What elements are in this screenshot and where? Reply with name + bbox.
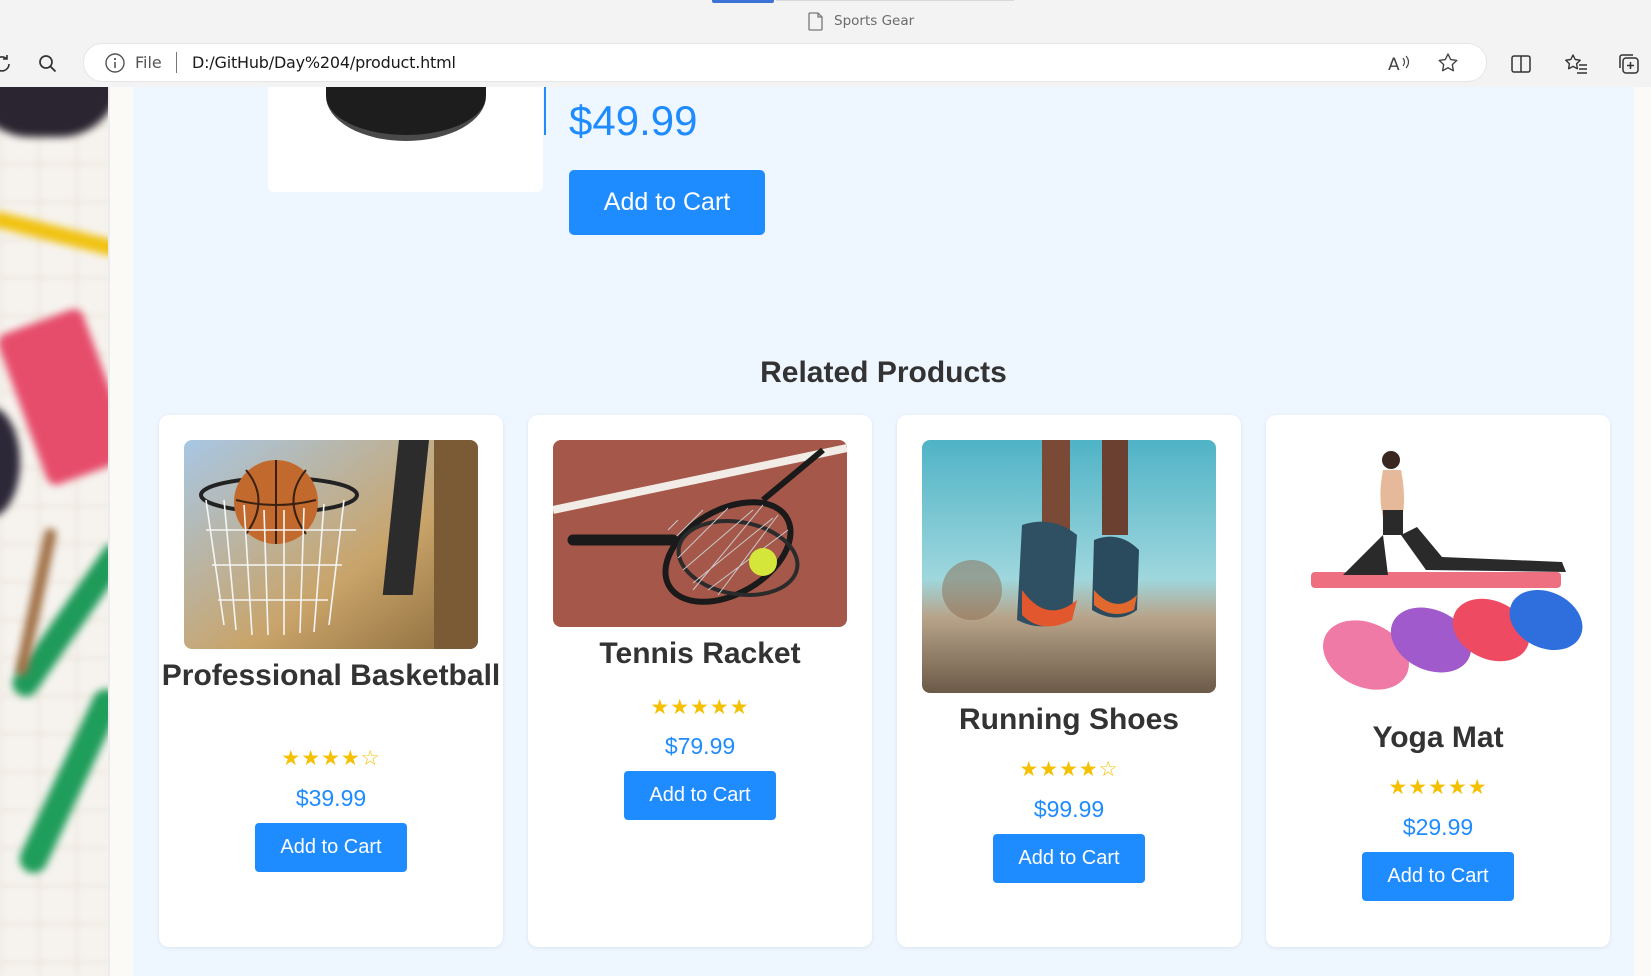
- rating-stars: ★★★★☆: [281, 746, 381, 770]
- favorites-icon[interactable]: [1560, 48, 1592, 80]
- related-products-title: Related Products: [760, 356, 1007, 389]
- add-to-cart-button[interactable]: Add to Cart: [569, 170, 765, 235]
- product-card-yoga-mat: Yoga Mat ★★★★★ $29.99 Add to Cart: [1266, 415, 1610, 947]
- rating-stars: ★★★★★: [1388, 775, 1488, 799]
- product-price: $79.99: [664, 733, 736, 759]
- product-price: $29.99: [1402, 814, 1474, 840]
- product-card-running-shoes: Running Shoes ★★★★☆ $99.99 Add to Cart: [897, 415, 1241, 947]
- info-icon[interactable]: [104, 52, 126, 74]
- product-image: [268, 87, 543, 192]
- product-card-basketball: Professional Basketball ★★★★☆ $39.99 Add…: [159, 415, 503, 947]
- product-info-divider: [544, 87, 546, 135]
- read-aloud-icon[interactable]: A: [1384, 48, 1414, 78]
- related-products-section: Related Products Professional Basketball…: [133, 310, 1634, 976]
- background-edge: [108, 87, 110, 976]
- add-to-cart-button[interactable]: Add to Cart: [255, 823, 407, 872]
- address-separator: [176, 52, 177, 73]
- search-icon[interactable]: [32, 48, 64, 80]
- collections-icon[interactable]: [1613, 48, 1645, 80]
- url-text[interactable]: D:/GitHub/Day%204/product.html: [192, 53, 456, 72]
- running-shoes-image: [922, 440, 1216, 693]
- address-scheme-label: File: [135, 53, 162, 72]
- tab-title: Sports Gear: [834, 13, 915, 29]
- yoga-mat-image: [1291, 440, 1585, 712]
- refresh-icon[interactable]: [0, 48, 18, 80]
- product-name: Yoga Mat: [1372, 721, 1504, 754]
- background-image: [0, 87, 108, 976]
- product-photo-disc: [326, 87, 486, 141]
- tennis-racket-image: [553, 440, 847, 627]
- browser-toolbar: File D:/GitHub/Day%204/product.html A: [0, 42, 1651, 87]
- basketball-hoop-image: [184, 440, 478, 649]
- active-tab[interactable]: Sports Gear: [808, 9, 914, 33]
- rating-stars: ★★★★☆: [1019, 757, 1119, 781]
- address-bar[interactable]: File D:/GitHub/Day%204/product.html A: [84, 44, 1486, 81]
- product-name: Running Shoes: [959, 703, 1179, 736]
- page-viewport: $49.99 Add to Cart Related Products Prof…: [0, 87, 1651, 976]
- product-details-card: $49.99 Add to Cart: [133, 87, 1634, 346]
- add-to-cart-button[interactable]: Add to Cart: [1362, 852, 1514, 901]
- product-price: $99.99: [1033, 796, 1105, 822]
- product-name: Professional Basketball: [161, 659, 501, 692]
- add-to-cart-button[interactable]: Add to Cart: [993, 834, 1145, 883]
- tab-strip: Sports Gear: [0, 0, 1651, 42]
- product-price: $39.99: [295, 785, 367, 811]
- product-price: $49.99: [569, 97, 698, 144]
- tab-border: [776, 0, 1014, 1]
- split-screen-icon[interactable]: [1505, 48, 1537, 80]
- document-icon: [808, 11, 823, 31]
- tab-indicator: [712, 0, 774, 3]
- favorite-star-icon[interactable]: [1433, 48, 1463, 78]
- add-to-cart-button[interactable]: Add to Cart: [624, 771, 776, 820]
- svg-text:A: A: [1388, 55, 1400, 73]
- product-name: Tennis Racket: [599, 637, 801, 670]
- rating-stars: ★★★★★: [650, 695, 750, 719]
- product-card-tennis-racket: Tennis Racket ★★★★★ $79.99 Add to Cart: [528, 415, 872, 947]
